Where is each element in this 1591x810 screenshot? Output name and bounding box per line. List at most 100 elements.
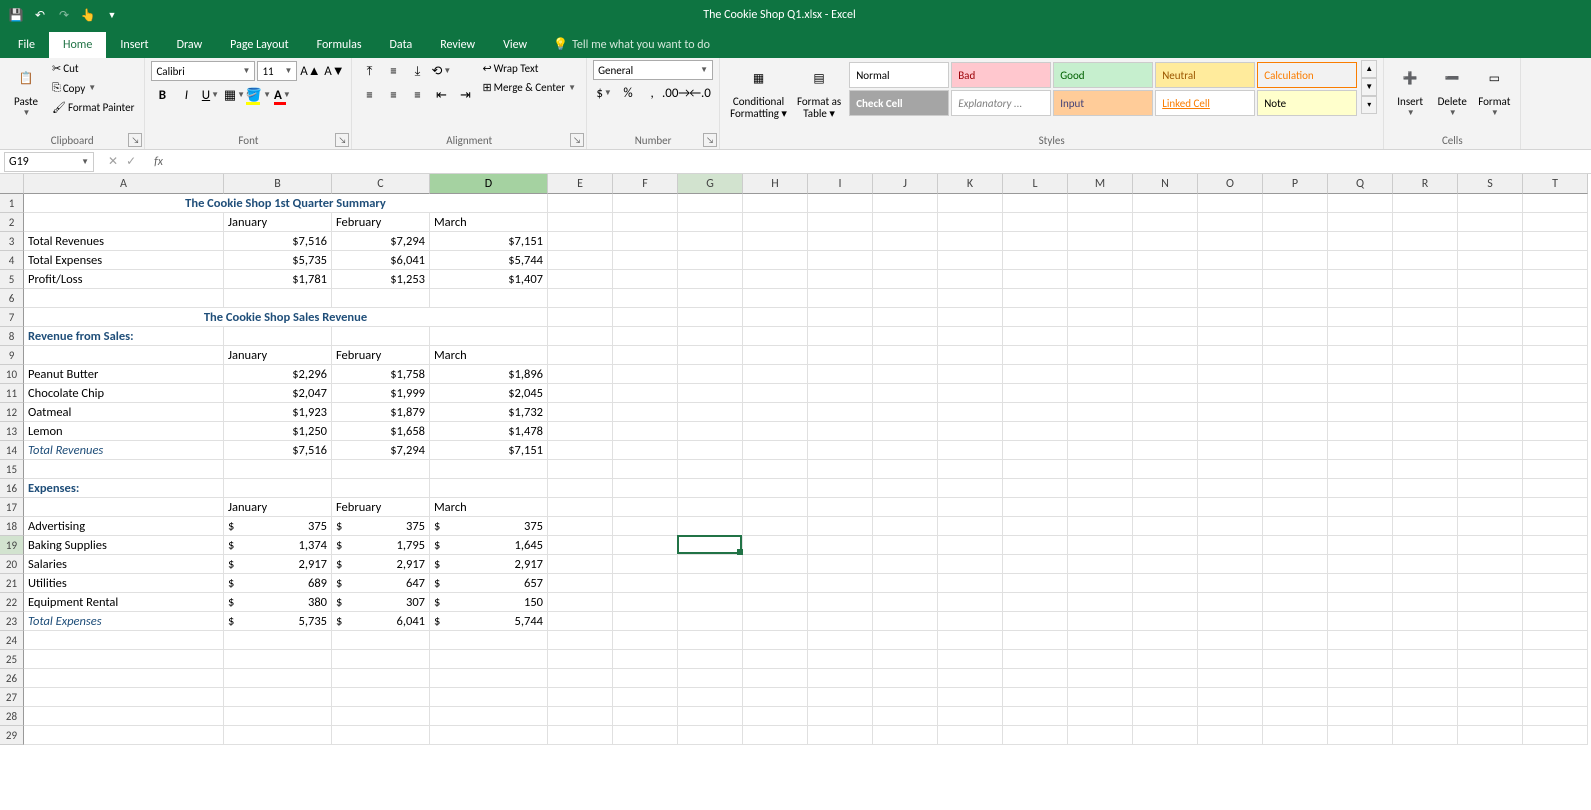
cell-M12[interactable] [1068,403,1133,422]
col-header-E[interactable]: E [548,174,613,194]
cell-G19[interactable] [678,536,743,555]
cell-E22[interactable] [548,593,613,612]
increase-font-icon[interactable]: A▲ [299,60,321,82]
cell-R27[interactable] [1393,688,1458,707]
cell-E13[interactable] [548,422,613,441]
cell-C17[interactable]: February [332,498,430,517]
cell-P24[interactable] [1263,631,1328,650]
cell-P6[interactable] [1263,289,1328,308]
cell-O21[interactable] [1198,574,1263,593]
cell-B5[interactable]: $1,781 [224,270,332,289]
cell-S29[interactable] [1458,726,1523,745]
cell-B28[interactable] [224,707,332,726]
cell-B20[interactable]: $2,917 [224,555,332,574]
cell-E26[interactable] [548,669,613,688]
cell-S4[interactable] [1458,251,1523,270]
number-format-combo[interactable]: General▼ [593,60,713,80]
select-all-corner[interactable] [0,174,24,194]
tell-me-search[interactable]: 💡 Tell me what you want to do [541,31,722,58]
cell-E3[interactable] [548,232,613,251]
cell-M5[interactable] [1068,270,1133,289]
cell-H13[interactable] [743,422,808,441]
cell-D4[interactable]: $5,744 [430,251,548,270]
cell-D10[interactable]: $1,896 [430,365,548,384]
cell-E17[interactable] [548,498,613,517]
cell-L6[interactable] [1003,289,1068,308]
cell-S27[interactable] [1458,688,1523,707]
cell-T4[interactable] [1523,251,1588,270]
cell-O4[interactable] [1198,251,1263,270]
cell-R2[interactable] [1393,213,1458,232]
cell-P21[interactable] [1263,574,1328,593]
row-header-12[interactable]: 12 [0,403,24,422]
cell-P4[interactable] [1263,251,1328,270]
cell-S24[interactable] [1458,631,1523,650]
align-middle-icon[interactable]: ≡ [382,60,404,82]
cell-G11[interactable] [678,384,743,403]
increase-indent-icon[interactable]: ⇥ [454,84,476,106]
cell-P22[interactable] [1263,593,1328,612]
col-header-N[interactable]: N [1133,174,1198,194]
cell-B27[interactable] [224,688,332,707]
cell-Q4[interactable] [1328,251,1393,270]
cell-T8[interactable] [1523,327,1588,346]
cell-L24[interactable] [1003,631,1068,650]
tab-insert[interactable]: Insert [106,32,162,58]
cell-G29[interactable] [678,726,743,745]
row-header-4[interactable]: 4 [0,251,24,270]
cell-K7[interactable] [938,308,1003,327]
cell-G18[interactable] [678,517,743,536]
col-header-F[interactable]: F [613,174,678,194]
cell-R12[interactable] [1393,403,1458,422]
cell-G6[interactable] [678,289,743,308]
cell-O29[interactable] [1198,726,1263,745]
cell-S7[interactable] [1458,308,1523,327]
cell-N15[interactable] [1133,460,1198,479]
cell-N1[interactable] [1133,194,1198,213]
bold-button[interactable]: B [151,84,173,106]
cell-N22[interactable] [1133,593,1198,612]
cell-M18[interactable] [1068,517,1133,536]
cell-M9[interactable] [1068,346,1133,365]
cell-T15[interactable] [1523,460,1588,479]
cell-L9[interactable] [1003,346,1068,365]
cell-H28[interactable] [743,707,808,726]
cell-E10[interactable] [548,365,613,384]
orientation-icon[interactable]: ⟲▼ [430,60,452,82]
cut-button[interactable]: ✂Cut [48,60,138,77]
style-normal[interactable]: Normal [849,62,949,88]
cell-J17[interactable] [873,498,938,517]
cell-L5[interactable] [1003,270,1068,289]
fx-icon[interactable]: fx [146,155,171,169]
merge-center-button[interactable]: ⊞Merge & Center▼ [478,79,580,96]
cell-D16[interactable] [430,479,548,498]
cell-K10[interactable] [938,365,1003,384]
tab-data[interactable]: Data [376,32,427,58]
cell-P5[interactable] [1263,270,1328,289]
format-painter-button[interactable]: 🖌Format Painter [48,99,138,116]
cell-F12[interactable] [613,403,678,422]
italic-button[interactable]: I [175,84,197,106]
cell-Q15[interactable] [1328,460,1393,479]
cell-P10[interactable] [1263,365,1328,384]
cell-H20[interactable] [743,555,808,574]
cell-K11[interactable] [938,384,1003,403]
row-header-11[interactable]: 11 [0,384,24,403]
cell-L4[interactable] [1003,251,1068,270]
cell-G28[interactable] [678,707,743,726]
col-header-J[interactable]: J [873,174,938,194]
cell-S18[interactable] [1458,517,1523,536]
cell-K9[interactable] [938,346,1003,365]
row-header-6[interactable]: 6 [0,289,24,308]
cell-J22[interactable] [873,593,938,612]
name-box[interactable]: G19 ▼ [4,152,94,172]
cell-T9[interactable] [1523,346,1588,365]
cell-E9[interactable] [548,346,613,365]
cell-N23[interactable] [1133,612,1198,631]
cell-Q2[interactable] [1328,213,1393,232]
cell-M3[interactable] [1068,232,1133,251]
row-header-28[interactable]: 28 [0,707,24,726]
cell-L26[interactable] [1003,669,1068,688]
cell-O13[interactable] [1198,422,1263,441]
cell-M25[interactable] [1068,650,1133,669]
